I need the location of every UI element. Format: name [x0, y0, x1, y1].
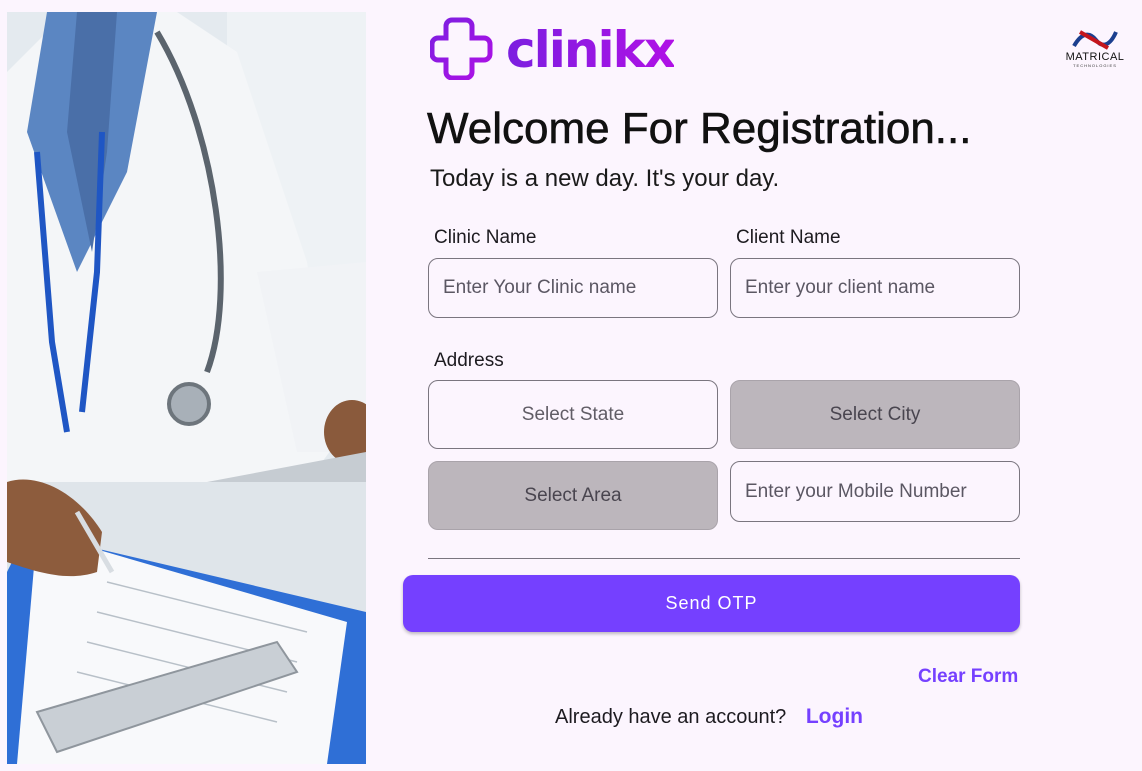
- partner-name: MATRICAL: [1065, 51, 1125, 63]
- area-select[interactable]: Select Area: [428, 461, 718, 530]
- client-name-label: Client Name: [736, 227, 841, 248]
- clear-form-link[interactable]: Clear Form: [918, 666, 1018, 688]
- plus-cross-icon: [430, 17, 493, 80]
- brand-logo: clinikx: [430, 16, 690, 80]
- form-divider: [428, 558, 1020, 559]
- city-select[interactable]: Select City: [730, 380, 1020, 449]
- send-otp-button[interactable]: Send OTP: [403, 575, 1020, 632]
- partner-subtitle: TECHNOLOGIES: [1073, 63, 1117, 68]
- address-label: Address: [434, 350, 504, 371]
- have-account-text: Already have an account?: [555, 706, 787, 728]
- hero-image: [7, 12, 366, 764]
- page-subtitle: Today is a new day. It's your day.: [430, 165, 780, 192]
- state-select[interactable]: Select State: [428, 380, 718, 449]
- client-name-input[interactable]: [731, 259, 1019, 317]
- login-link[interactable]: Login: [806, 705, 863, 728]
- partner-logo: MATRICAL TECHNOLOGIES: [1062, 28, 1128, 70]
- login-prompt: Already have an account? Login: [555, 705, 863, 729]
- mobile-number-field[interactable]: [730, 461, 1020, 522]
- clinic-name-label: Clinic Name: [434, 227, 537, 248]
- mobile-number-input[interactable]: [731, 462, 1019, 521]
- client-name-field[interactable]: [730, 258, 1020, 318]
- clinic-name-field[interactable]: [428, 258, 718, 318]
- matrical-mark-icon: [1072, 30, 1118, 50]
- doctor-illustration: [7, 12, 366, 764]
- brand-name: clinikx: [506, 21, 676, 79]
- page-title: Welcome For Registration...: [427, 104, 972, 154]
- clinic-name-input[interactable]: [429, 259, 717, 317]
